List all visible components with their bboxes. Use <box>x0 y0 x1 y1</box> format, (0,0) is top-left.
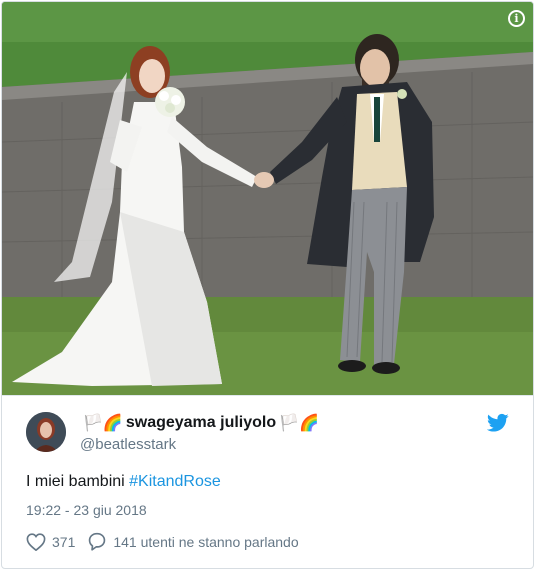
tweet-text: I miei bambini #KitandRose <box>26 473 221 491</box>
like-action[interactable]: 371 <box>26 532 76 551</box>
avatar-image <box>26 412 66 452</box>
avatar[interactable] <box>26 412 66 452</box>
divider <box>2 395 533 396</box>
wedding-photo-illustration <box>2 2 533 395</box>
rainbow-flag-icon: 🏳️🌈 <box>279 415 319 432</box>
rainbow-flag-icon: 🏳️🌈 <box>83 415 123 432</box>
conversation-count: 141 utenti ne stanno parlando <box>113 533 299 550</box>
tweet-photo[interactable]: i <box>2 2 533 395</box>
tweet-actions: 371 141 utenti ne stanno parlando <box>26 532 311 551</box>
user-handle[interactable]: @beatlesstark <box>80 436 176 453</box>
heart-outline-icon <box>26 532 46 551</box>
info-icon[interactable]: i <box>508 10 525 27</box>
tweet-text-body: I miei bambini <box>26 473 130 490</box>
display-name[interactable]: swageyama juliyolo <box>126 414 276 432</box>
speech-bubble-icon <box>89 532 106 551</box>
like-count: 371 <box>52 533 76 550</box>
display-name-row[interactable]: 🏳️🌈 swageyama juliyolo 🏳️🌈 <box>80 413 322 433</box>
hashtag-link[interactable]: #KitandRose <box>129 473 221 490</box>
timestamp[interactable]: 19:22 - 23 giu 2018 <box>26 502 147 518</box>
embedded-tweet-card: i 🏳️🌈 swageyama juliyolo 🏳️🌈 @beatlessta… <box>1 1 534 569</box>
reply-action[interactable]: 141 utenti ne stanno parlando <box>87 532 299 551</box>
twitter-bird-icon[interactable] <box>487 413 509 433</box>
